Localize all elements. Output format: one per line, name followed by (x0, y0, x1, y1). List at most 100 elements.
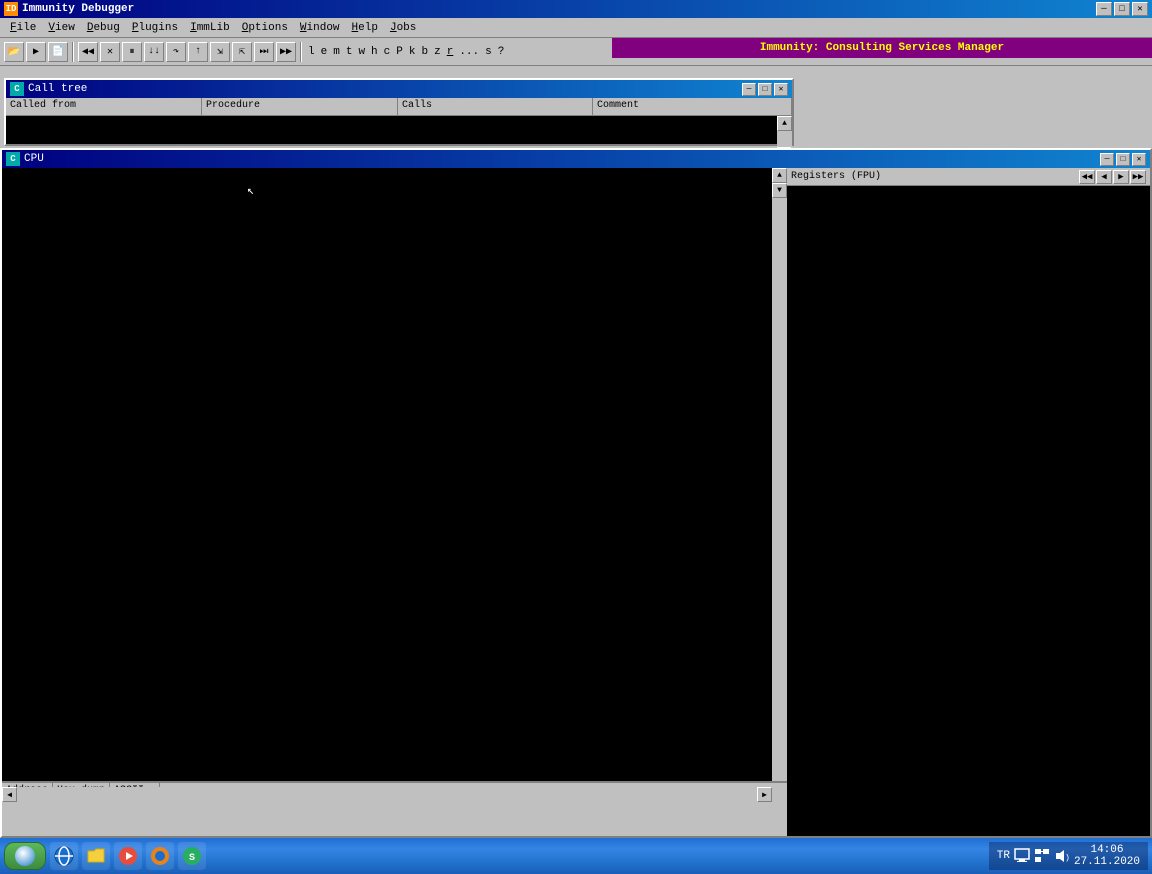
taskbar-folder-icon[interactable] (82, 842, 110, 870)
menu-file[interactable]: File (4, 20, 42, 36)
start-button[interactable] (4, 842, 46, 870)
reg-nav-prev[interactable]: ◀ (1096, 170, 1112, 184)
promo-text: Immunity: Consulting Services Manager (760, 42, 1004, 54)
toolbar-pause[interactable]: ⏸ (122, 42, 142, 62)
call-tree-columns: Called from Procedure Calls Comment (6, 98, 792, 116)
toolbar-view-exe[interactable]: 📄 (48, 42, 68, 62)
toolbar-forward[interactable]: ▶▶ (276, 42, 296, 62)
toolbar-label-l[interactable]: l (306, 46, 317, 58)
call-tree-close[interactable]: ✕ (774, 83, 788, 96)
toolbar-label-s[interactable]: s (483, 46, 494, 58)
toolbar-rewind[interactable]: ◀◀ (78, 42, 98, 62)
toolbar-animate[interactable]: ⏭ (254, 42, 274, 62)
registers-panel: Registers (FPU) ◀◀ ◀ ▶ ▶▶ (787, 168, 1150, 836)
time-display: 14:06 (1074, 844, 1140, 856)
restore-button[interactable]: □ (1114, 2, 1130, 16)
cpu-title-bar: C CPU ─ □ ✕ (2, 150, 1150, 168)
taskbar-security-icon[interactable]: S (178, 842, 206, 870)
toolbar-label-b[interactable]: b (419, 46, 430, 58)
call-tree-title-left: C Call tree (10, 82, 87, 96)
reg-nav-next[interactable]: ▶ (1113, 170, 1129, 184)
tray-volume-icon: ) (1054, 848, 1070, 864)
disasm-scroll-down[interactable]: ▼ (772, 183, 787, 198)
minimize-button[interactable]: ─ (1096, 2, 1112, 16)
registers-title: Registers (FPU) (791, 171, 881, 182)
taskbar-ie-icon[interactable] (50, 842, 78, 870)
disasm-scroll-up[interactable]: ▲ (772, 168, 787, 183)
toolbar-step-in[interactable]: ↓↓ (144, 42, 164, 62)
toolbar-trace-over[interactable]: ⇱ (232, 42, 252, 62)
disasm-scrollbar[interactable]: ▲ ▼ (772, 168, 787, 781)
hex-scroll-left[interactable]: ◀ (2, 787, 17, 802)
disasm-area: ↖ ▲ ▼ (2, 168, 787, 781)
toolbar-step-out[interactable]: ↑ (188, 42, 208, 62)
cpu-close[interactable]: ✕ (1132, 153, 1146, 166)
scroll-up-btn[interactable]: ▲ (777, 116, 792, 131)
cpu-title-left: C CPU (6, 152, 44, 166)
toolbar-stop[interactable]: ✕ (100, 42, 120, 62)
toolbar-step-over[interactable]: ↷ (166, 42, 186, 62)
title-bar-controls: ─ □ ✕ (1096, 2, 1148, 16)
toolbar-label-t[interactable]: t (344, 46, 355, 58)
registers-content (787, 186, 1150, 836)
call-tree-window: C Call tree ─ □ ✕ Called from Procedure … (4, 78, 794, 146)
hex-scrollbar[interactable]: ◀ ▶ (2, 787, 772, 802)
toolbar-start[interactable]: ▶ (26, 42, 46, 62)
reg-nav-prev-prev[interactable]: ◀◀ (1079, 170, 1095, 184)
cursor-icon: ↖ (247, 183, 254, 198)
tray-monitor-icon (1014, 848, 1030, 864)
col-calls: Calls (398, 98, 593, 115)
menu-jobs[interactable]: Jobs (384, 20, 422, 36)
toolbar-label-w[interactable]: w (356, 46, 367, 58)
app-title: Immunity Debugger (22, 3, 134, 15)
toolbar-label-m[interactable]: m (331, 46, 342, 58)
taskbar: S TR ) 14:06 27.11.2020 (0, 838, 1152, 874)
toolbar-label-help[interactable]: ? (496, 46, 507, 58)
reg-nav-next-next[interactable]: ▶▶ (1130, 170, 1146, 184)
menu-help[interactable]: Help (346, 20, 384, 36)
cpu-content: ↖ ▲ ▼ Address Hex dump ASCII ◀ (2, 168, 1150, 836)
toolbar-label-dots[interactable]: ... (457, 46, 481, 58)
taskbar-time: 14:06 27.11.2020 (1074, 844, 1140, 868)
cpu-restore[interactable]: □ (1116, 153, 1130, 166)
toolbar-label-c[interactable]: c (382, 46, 393, 58)
call-tree-restore[interactable]: □ (758, 83, 772, 96)
toolbar-sep-2 (300, 42, 302, 62)
media-icon-svg (118, 846, 138, 866)
tray-network-icon (1034, 848, 1050, 864)
call-tree-title-bar: C Call tree ─ □ ✕ (6, 80, 792, 98)
toolbar-label-P[interactable]: P (394, 46, 405, 58)
toolbar-label-h[interactable]: h (369, 46, 380, 58)
menu-plugins[interactable]: Plugins (126, 20, 184, 36)
toolbar-label-r[interactable]: r (445, 46, 456, 58)
ie-icon-svg (54, 846, 74, 866)
firefox-icon-svg (150, 846, 170, 866)
app-title-bar: ID Immunity Debugger ─ □ ✕ (0, 0, 1152, 18)
toolbar-label-e[interactable]: e (319, 46, 330, 58)
menu-bar: File View Debug Plugins ImmLib Options W… (0, 18, 1152, 38)
stack-panel: Address Hex dump ASCII ◀ ▶ (2, 781, 787, 836)
call-tree-title: Call tree (28, 83, 87, 95)
menu-debug[interactable]: Debug (81, 20, 126, 36)
scroll-track (777, 131, 792, 147)
taskbar-firefox-icon[interactable] (146, 842, 174, 870)
menu-immlib[interactable]: ImmLib (184, 20, 236, 36)
cpu-minimize[interactable]: ─ (1100, 153, 1114, 166)
toolbar-label-z[interactable]: z (432, 46, 443, 58)
call-tree-icon: C (10, 82, 24, 96)
menu-options[interactable]: Options (236, 20, 294, 36)
hex-scroll-right[interactable]: ▶ (757, 787, 772, 802)
call-tree-minimize[interactable]: ─ (742, 83, 756, 96)
toolbar-trace-in[interactable]: ⇲ (210, 42, 230, 62)
taskbar-media-icon[interactable] (114, 842, 142, 870)
tray-lang: TR (997, 850, 1010, 862)
toolbar-label-k[interactable]: k (407, 46, 418, 58)
toolbar-open[interactable]: 📂 (4, 42, 24, 62)
title-bar-left: ID Immunity Debugger (4, 2, 134, 16)
registers-title-area: Registers (FPU) ◀◀ ◀ ▶ ▶▶ (787, 168, 1150, 186)
menu-window[interactable]: Window (294, 20, 346, 36)
menu-view[interactable]: View (42, 20, 80, 36)
close-button[interactable]: ✕ (1132, 2, 1148, 16)
date-display: 27.11.2020 (1074, 856, 1140, 868)
col-called-from: Called from (6, 98, 202, 115)
